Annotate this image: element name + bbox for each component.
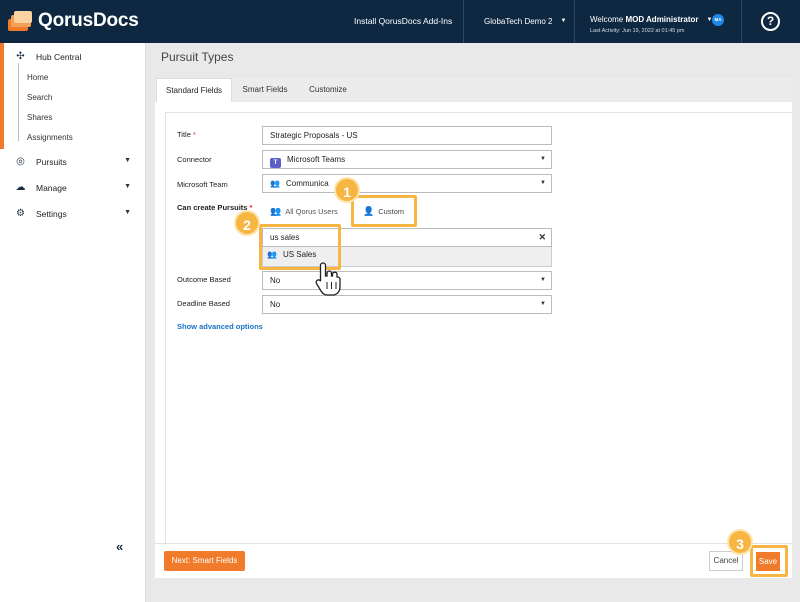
caret-down-icon: ▼ — [540, 301, 546, 307]
sidebar: ✣ Hub Central Home Search Shares Assignm… — [0, 43, 146, 602]
outcome-based-label: Outcome Based — [177, 275, 231, 284]
sidebar-item-label: Settings — [36, 208, 67, 219]
microsoft-team-select[interactable]: 👥 Communica ▼ — [262, 174, 552, 193]
avatar[interactable]: MA — [712, 14, 724, 26]
caret-down-icon: ▼ — [560, 18, 567, 25]
highlight-custom — [351, 195, 417, 227]
divider — [155, 543, 792, 544]
logo-text: QorusDocs — [38, 10, 139, 31]
option-all-qorus-users[interactable]: 👥 All Qorus Users — [264, 199, 344, 223]
sidebar-item-home[interactable]: Home — [27, 73, 48, 82]
group-icon: 👥 — [270, 179, 280, 188]
sidebar-item-label: Pursuits — [36, 156, 67, 167]
tree-line — [18, 63, 19, 141]
tenant-selector[interactable]: GlobaTech Demo 2 ▼ — [484, 0, 566, 43]
gear-icon: ⚙ — [16, 208, 25, 219]
sidebar-item-assignments[interactable]: Assignments — [27, 133, 73, 142]
microsoft-teams-icon: T — [270, 158, 281, 168]
collapse-sidebar-icon[interactable]: « — [116, 539, 123, 554]
network-icon: ✣ — [16, 51, 25, 62]
highlight-save — [750, 545, 788, 577]
step-badge-1: 1 — [334, 177, 360, 203]
user-name: MOD Administrator — [625, 15, 699, 24]
chevron-down-icon[interactable]: ▼ — [124, 209, 131, 216]
deadline-based-select[interactable]: No ▼ — [262, 295, 552, 314]
welcome-text: Welcome — [590, 15, 624, 24]
divider — [574, 0, 575, 43]
sidebar-item-hub-central[interactable]: ✣ Hub Central — [14, 50, 81, 63]
help-icon[interactable]: ? — [761, 12, 780, 31]
title-input[interactable]: Strategic Proposals - US — [262, 126, 552, 145]
logo[interactable]: QorusDocs — [8, 10, 139, 32]
users-icon: 👥 — [270, 206, 282, 216]
sidebar-item-label: Manage — [36, 182, 67, 193]
title-label: Title * — [177, 130, 196, 139]
connector-select[interactable]: T Microsoft Teams ▼ — [262, 150, 552, 169]
deadline-value: No — [270, 300, 281, 309]
clear-icon[interactable]: ✕ — [538, 229, 546, 246]
next-smart-fields-button[interactable]: Next: Smart Fields — [164, 551, 245, 571]
divider — [463, 0, 464, 43]
sidebar-item-settings[interactable]: ⚙ Settings — [14, 207, 67, 220]
caret-down-icon: ▼ — [540, 277, 546, 283]
sidebar-item-manage[interactable]: ☁ Manage — [14, 181, 67, 194]
chevron-down-icon[interactable]: ▼ — [124, 157, 131, 164]
sidebar-item-shares[interactable]: Shares — [27, 113, 52, 122]
qorusdocs-logo-icon — [8, 11, 32, 31]
outcome-value: No — [270, 276, 281, 285]
microsoft-team-label: Microsoft Team — [177, 180, 228, 189]
tab-bar: Standard Fields Smart Fields Customize — [155, 78, 792, 102]
tenant-name: GlobaTech Demo 2 — [484, 17, 553, 26]
sidebar-item-label: Hub Central — [36, 51, 82, 62]
tab-smart-fields[interactable]: Smart Fields — [234, 78, 296, 102]
caret-down-icon: ▼ — [540, 180, 546, 186]
caret-down-icon: ▼ — [540, 156, 546, 162]
hand-pointer-icon — [315, 262, 341, 296]
top-bar: QorusDocs Install QorusDocs Add-Ins Glob… — [0, 0, 800, 43]
deadline-based-label: Deadline Based — [177, 299, 230, 308]
connector-value: Microsoft Teams — [287, 155, 346, 164]
outcome-based-select[interactable]: No ▼ — [262, 271, 552, 290]
page-title: Pursuit Types — [161, 50, 234, 64]
active-section-indicator — [0, 43, 4, 149]
user-menu[interactable]: Welcome MOD Administrator ▼ — [590, 15, 712, 24]
step-badge-3: 3 — [727, 529, 753, 555]
cloud-server-icon: ☁ — [15, 182, 26, 193]
sidebar-item-search[interactable]: Search — [27, 93, 52, 102]
team-value: Communica — [285, 179, 329, 188]
step-badge-2: 2 — [234, 210, 260, 236]
connector-label: Connector — [177, 155, 212, 164]
target-icon: ◎ — [16, 156, 25, 167]
chevron-down-icon[interactable]: ▼ — [124, 183, 131, 190]
option-label: All Qorus Users — [285, 207, 338, 216]
divider — [741, 0, 742, 43]
last-activity: Last Activity: Jun 19, 2022 at 01:45 pm — [590, 28, 685, 34]
tab-standard-fields[interactable]: Standard Fields — [156, 78, 232, 102]
sidebar-item-pursuits[interactable]: ◎ Pursuits — [14, 155, 67, 168]
install-add-ins-link[interactable]: Install QorusDocs Add-Ins — [354, 0, 452, 43]
show-advanced-options-link[interactable]: Show advanced options — [177, 322, 263, 331]
tab-customize[interactable]: Customize — [298, 78, 358, 102]
